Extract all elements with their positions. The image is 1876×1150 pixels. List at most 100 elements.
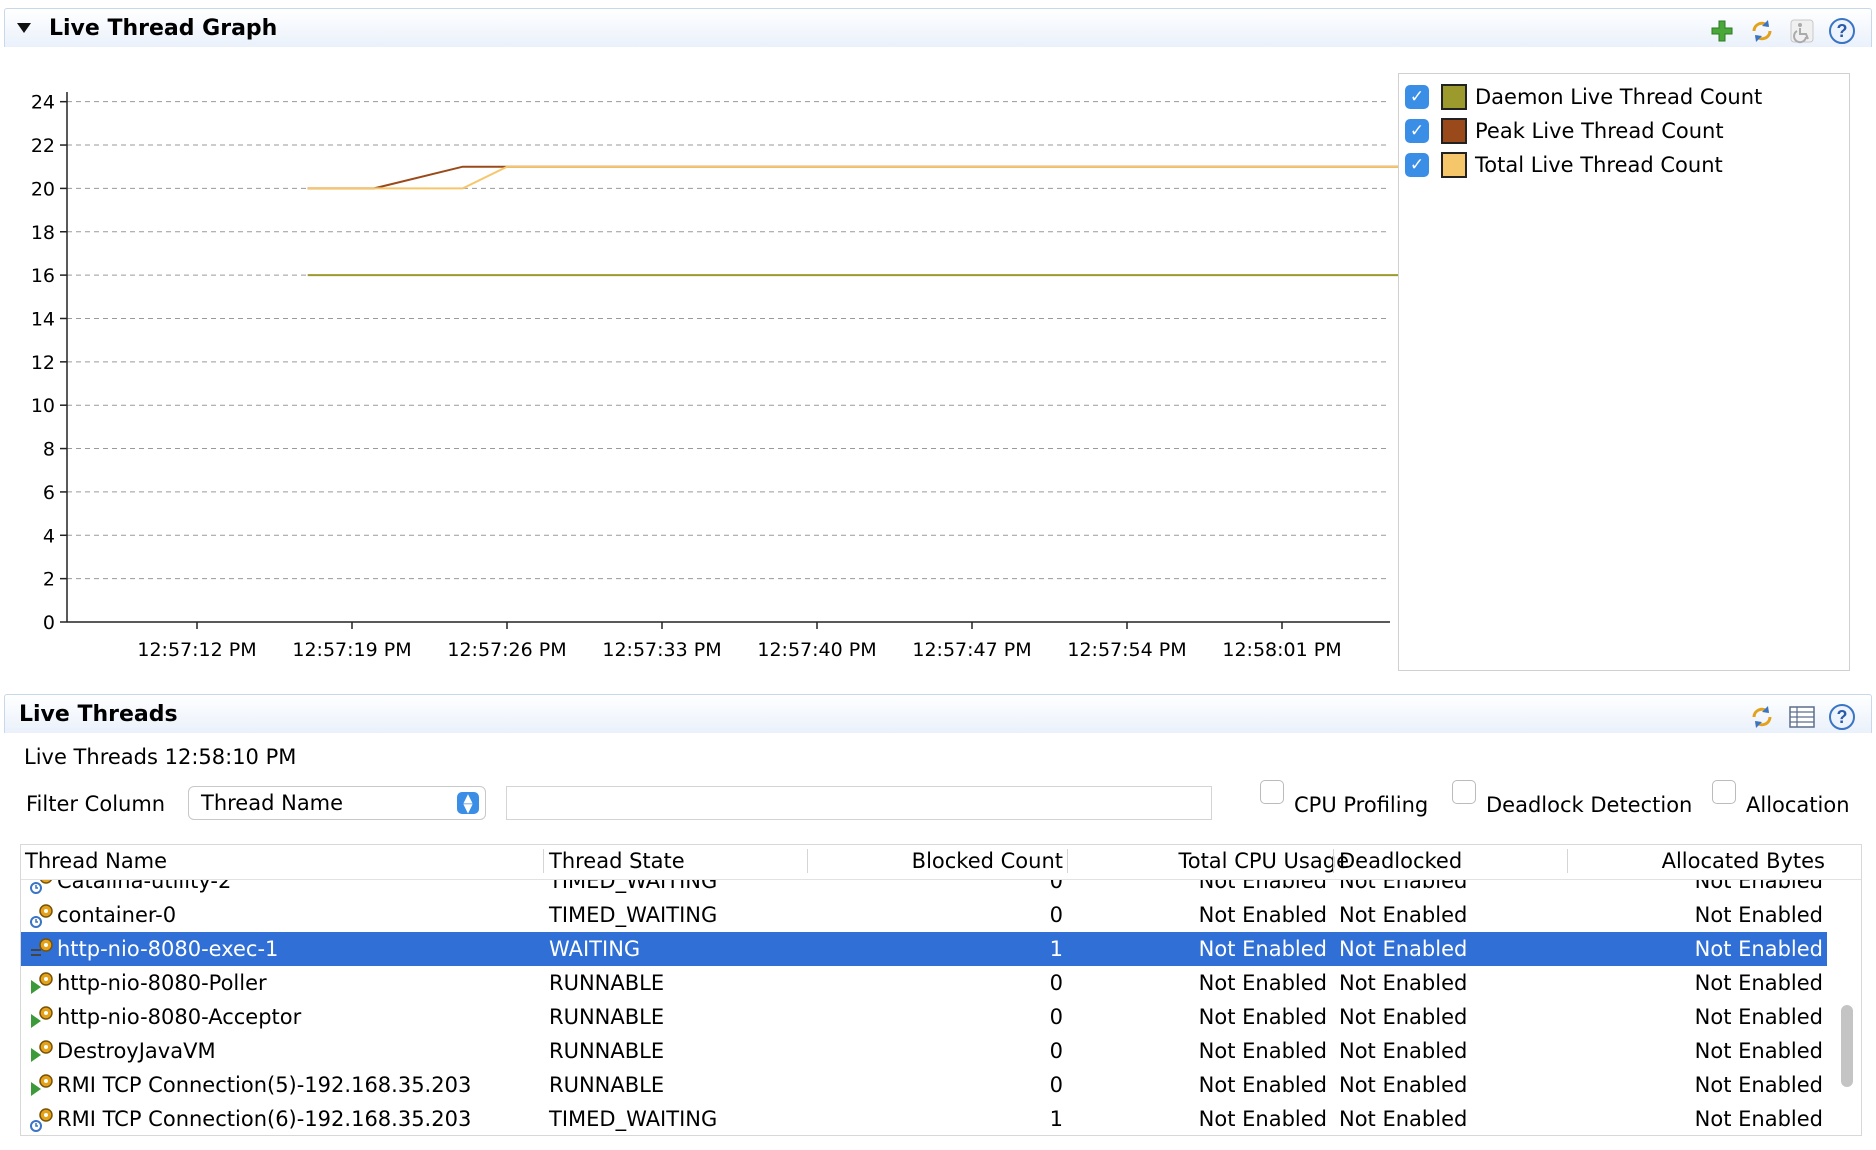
legend-swatch-daemon <box>1441 84 1467 110</box>
table-row[interactable]: http-nio-8080-exec-1 WAITING 1 Not Enabled N… <box>21 932 1827 966</box>
threads-panel-header: Live Threads ? <box>4 694 1872 733</box>
chart-grid <box>67 101 1390 580</box>
chart-series <box>307 165 1400 277</box>
x-tick-label: 12:57:54 PM <box>1067 639 1186 661</box>
cell-deadlocked: Not Enabled <box>1339 937 1468 961</box>
legend-label: Total Live Thread Count <box>1475 153 1723 177</box>
cell-blocked-count: 1 <box>1049 1107 1063 1131</box>
table-row[interactable]: DestroyJavaVM RUNNABLE 0 Not Enabled Not Ena… <box>21 1034 1827 1068</box>
cell-thread-name: DestroyJavaVM <box>57 1039 216 1063</box>
allocation-checkbox[interactable] <box>1712 780 1736 804</box>
y-tick-label: 10 <box>31 395 55 417</box>
allocation-option[interactable]: Allocation <box>1712 780 1850 817</box>
cell-total-cpu-usage: Not Enabled <box>1198 1073 1327 1097</box>
legend-swatch-total <box>1441 152 1467 178</box>
y-tick-label: 24 <box>31 92 55 114</box>
legend-checkbox-daemon[interactable]: ✓ <box>1405 85 1429 109</box>
legend-swatch-peak <box>1441 118 1467 144</box>
cell-deadlocked: Not Enabled <box>1339 1107 1468 1131</box>
y-tick-label: 12 <box>31 352 55 374</box>
refresh-icon[interactable] <box>1747 17 1777 45</box>
legend-item-total: ✓ Total Live Thread Count <box>1399 148 1849 182</box>
y-tick-label: 20 <box>31 178 55 200</box>
cell-allocated-bytes: Not Enabled <box>1694 971 1823 995</box>
refresh-icon[interactable] <box>1747 703 1777 731</box>
table-scrollbar-thumb[interactable] <box>1841 1005 1853 1087</box>
y-tick-label: 14 <box>31 308 55 330</box>
cpu-profiling-option[interactable]: CPU Profiling <box>1260 780 1428 817</box>
cell-allocated-bytes: Not Enabled <box>1694 1073 1823 1097</box>
column-header-thread-state[interactable]: Thread State <box>549 849 685 873</box>
waiting-thread-icon <box>29 936 55 962</box>
threads-panel-title: Live Threads <box>19 702 178 727</box>
y-tick-label: 16 <box>31 265 55 287</box>
cell-deadlocked: Not Enabled <box>1339 1039 1468 1063</box>
cpu-profiling-label: CPU Profiling <box>1294 793 1429 817</box>
cell-blocked-count: 0 <box>1049 1005 1063 1029</box>
live-thread-chart: 02468101214161820222412:57:12 PM 12:57:19… <box>31 92 1400 661</box>
legend-label: Peak Live Thread Count <box>1475 119 1724 143</box>
filter-column-select[interactable]: Thread Name ▲ ▼ <box>188 786 486 820</box>
runnable-thread-icon <box>29 1004 55 1030</box>
allocation-label: Allocation <box>1746 793 1850 817</box>
cell-total-cpu-usage: Not Enabled <box>1198 1005 1327 1029</box>
table-row[interactable]: RMI TCP Connection(5)-192.168.35.203 RUNN… <box>21 1068 1827 1102</box>
filter-column-label: Filter Column <box>26 792 166 816</box>
cell-deadlocked: Not Enabled <box>1339 1005 1468 1029</box>
column-header-total-cpu-usage[interactable]: Total CPU Usage <box>1178 849 1349 873</box>
cell-blocked-count: 0 <box>1049 1039 1063 1063</box>
series-line <box>307 165 1400 190</box>
legend-checkbox-peak[interactable]: ✓ <box>1405 119 1429 143</box>
chart-axes: 02468101214161820222412:57:12 PM 12:57:19… <box>31 92 1390 661</box>
table-row[interactable]: container-0 TIMED_WAITING 0 Not Enabled Not … <box>21 898 1827 932</box>
cell-thread-state: TIMED_WAITING <box>549 1107 718 1131</box>
threads-table: Thread Name Thread State Blocked Count T… <box>20 844 1862 1136</box>
help-icon[interactable]: ? <box>1827 703 1857 731</box>
x-tick-label: 12:57:12 PM <box>137 639 256 661</box>
x-tick-label: 12:57:47 PM <box>912 639 1031 661</box>
legend-checkbox-total[interactable]: ✓ <box>1405 153 1429 177</box>
column-header-allocated-bytes[interactable]: Allocated Bytes <box>1662 849 1825 873</box>
cell-total-cpu-usage: Not Enabled <box>1198 937 1327 961</box>
table-row[interactable]: http-nio-8080-Acceptor RUNNABLE 0 Not Enabl… <box>21 1000 1827 1034</box>
cell-thread-state: RUNNABLE <box>549 1005 665 1029</box>
cell-thread-state: RUNNABLE <box>549 971 665 995</box>
columns-icon[interactable] <box>1787 703 1817 731</box>
x-tick-label: 12:57:40 PM <box>757 639 876 661</box>
timed-wait-thread-icon <box>29 1106 55 1132</box>
cell-total-cpu-usage: Not Enabled <box>1198 971 1327 995</box>
deadlock-detection-option[interactable]: Deadlock Detection <box>1452 780 1692 817</box>
legend-item-daemon: ✓ Daemon Live Thread Count <box>1399 80 1849 114</box>
table-row[interactable]: RMI TCP Connection(6)-192.168.35.203 TIME… <box>21 1102 1827 1135</box>
y-tick-label: 22 <box>31 135 55 157</box>
add-icon[interactable] <box>1707 17 1737 45</box>
filter-text-input[interactable] <box>506 786 1212 820</box>
column-header-thread-name[interactable]: Thread Name <box>25 849 167 873</box>
y-tick-label: 6 <box>43 482 55 504</box>
runnable-thread-icon <box>29 1038 55 1064</box>
cpu-profiling-checkbox[interactable] <box>1260 780 1284 804</box>
accessibility-icon[interactable] <box>1787 17 1817 45</box>
cell-thread-state: RUNNABLE <box>549 1073 665 1097</box>
table-header: Thread Name Thread State Blocked Count T… <box>21 845 1861 880</box>
chart-legend: ✓ Daemon Live Thread Count ✓ Peak Live T… <box>1398 73 1850 671</box>
cell-blocked-count: 0 <box>1049 903 1063 927</box>
cell-allocated-bytes: Not Enabled <box>1694 903 1823 927</box>
column-header-blocked-count[interactable]: Blocked Count <box>912 849 1063 873</box>
table-row[interactable]: http-nio-8080-Poller RUNNABLE 0 Not Enabled… <box>21 966 1827 1000</box>
cell-allocated-bytes: Not Enabled <box>1694 937 1823 961</box>
x-tick-label: 12:58:01 PM <box>1222 639 1341 661</box>
cell-blocked-count: 0 <box>1049 1073 1063 1097</box>
legend-label: Daemon Live Thread Count <box>1475 85 1763 109</box>
cell-thread-name: RMI TCP Connection(6)-192.168.35.203 <box>57 1107 472 1131</box>
cell-deadlocked: Not Enabled <box>1339 1073 1468 1097</box>
help-icon[interactable]: ? <box>1827 17 1857 45</box>
deadlock-detection-checkbox[interactable] <box>1452 780 1476 804</box>
cell-thread-name: http-nio-8080-exec-1 <box>57 937 279 961</box>
runnable-thread-icon <box>29 970 55 996</box>
cell-total-cpu-usage: Not Enabled <box>1198 903 1327 927</box>
y-tick-label: 18 <box>31 222 55 244</box>
cell-allocated-bytes: Not Enabled <box>1694 1039 1823 1063</box>
column-header-deadlocked[interactable]: Deadlocked <box>1339 849 1462 873</box>
collapse-triangle-icon[interactable] <box>17 23 31 33</box>
